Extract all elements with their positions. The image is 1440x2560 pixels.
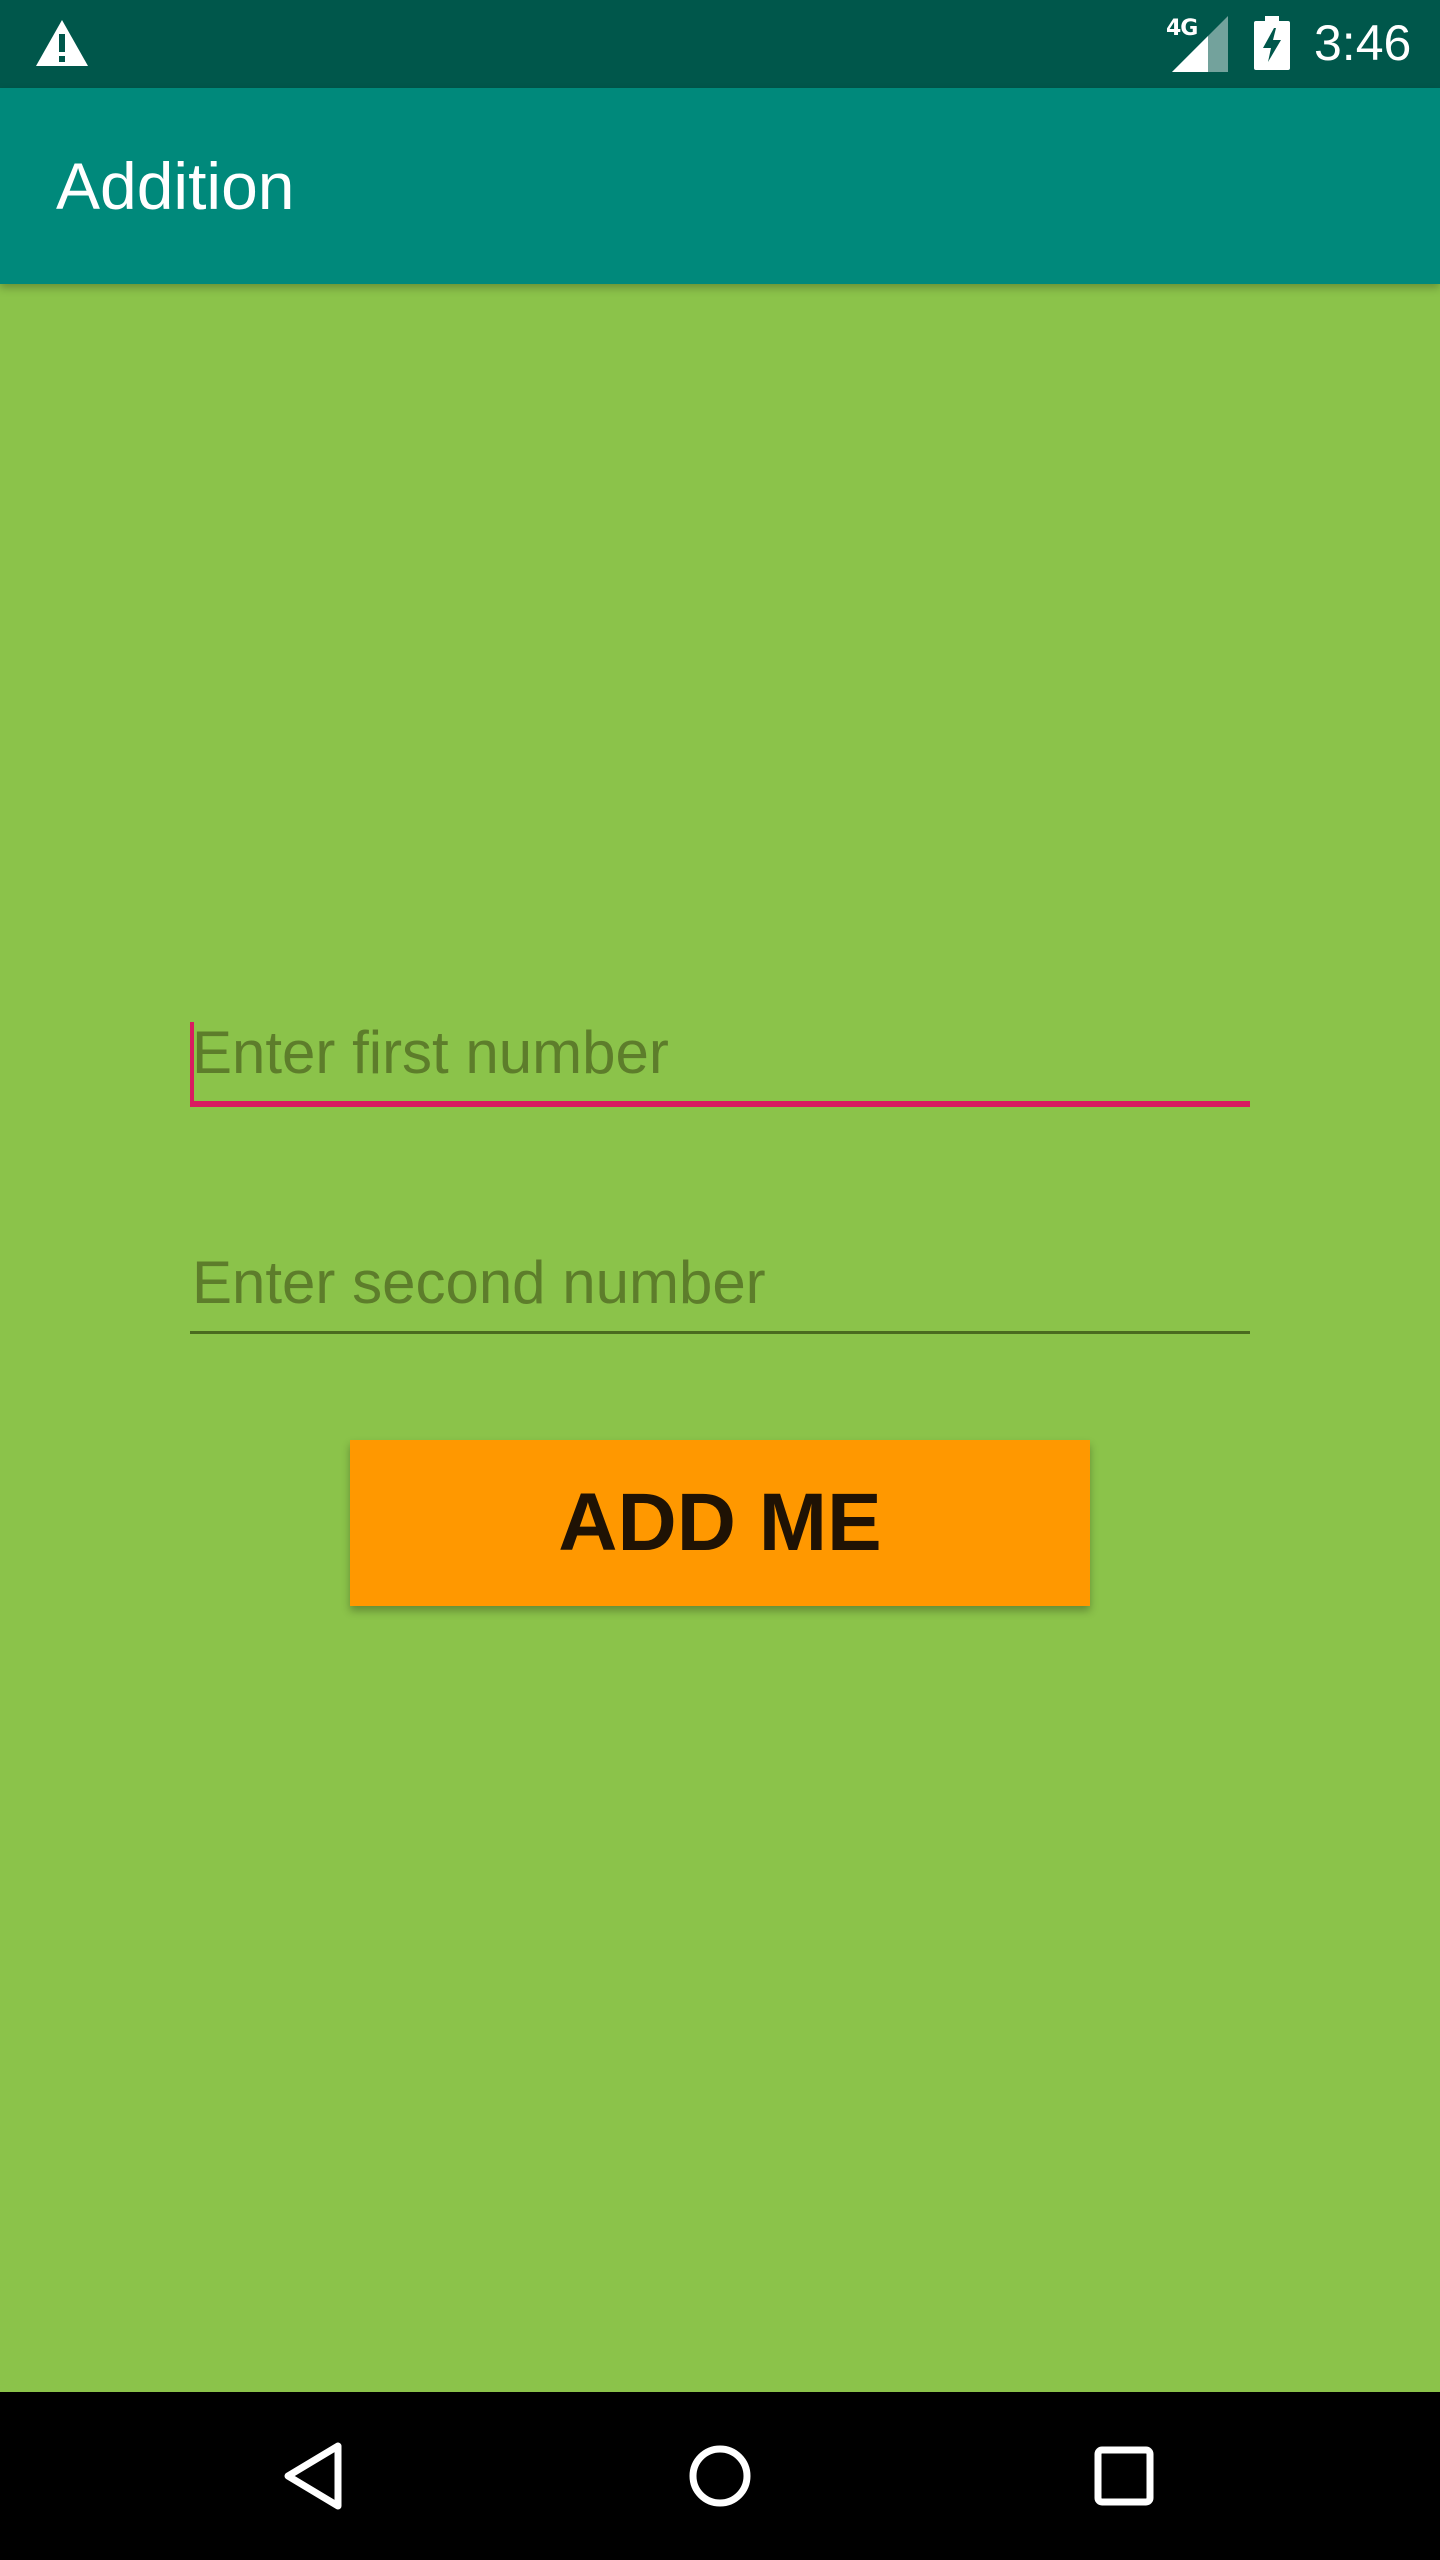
recents-icon[interactable] — [1084, 2436, 1164, 2516]
app-title: Addition — [56, 149, 295, 223]
status-clock: 3:46 — [1314, 15, 1412, 71]
status-bar: 4G 3:46 — [0, 0, 1440, 88]
battery-charging-icon — [1254, 16, 1290, 70]
screen: 4G 3:46 Addition ADD ME — [0, 0, 1440, 2560]
second-number-underline — [190, 1331, 1250, 1334]
second-number-input[interactable] — [190, 1248, 1250, 1331]
second-number-field — [190, 1248, 1250, 1334]
home-icon[interactable] — [680, 2436, 760, 2516]
first-number-field — [190, 1018, 1250, 1107]
first-number-input[interactable] — [190, 1018, 1250, 1101]
network-type-label: 4G — [1166, 16, 1198, 41]
warning-icon — [36, 20, 88, 66]
navigation-bar — [0, 2392, 1440, 2560]
add-me-button[interactable]: ADD ME — [350, 1440, 1090, 1606]
back-icon[interactable] — [276, 2436, 356, 2516]
text-cursor — [190, 1022, 194, 1104]
first-number-underline — [190, 1101, 1250, 1107]
app-bar: Addition — [0, 88, 1440, 284]
